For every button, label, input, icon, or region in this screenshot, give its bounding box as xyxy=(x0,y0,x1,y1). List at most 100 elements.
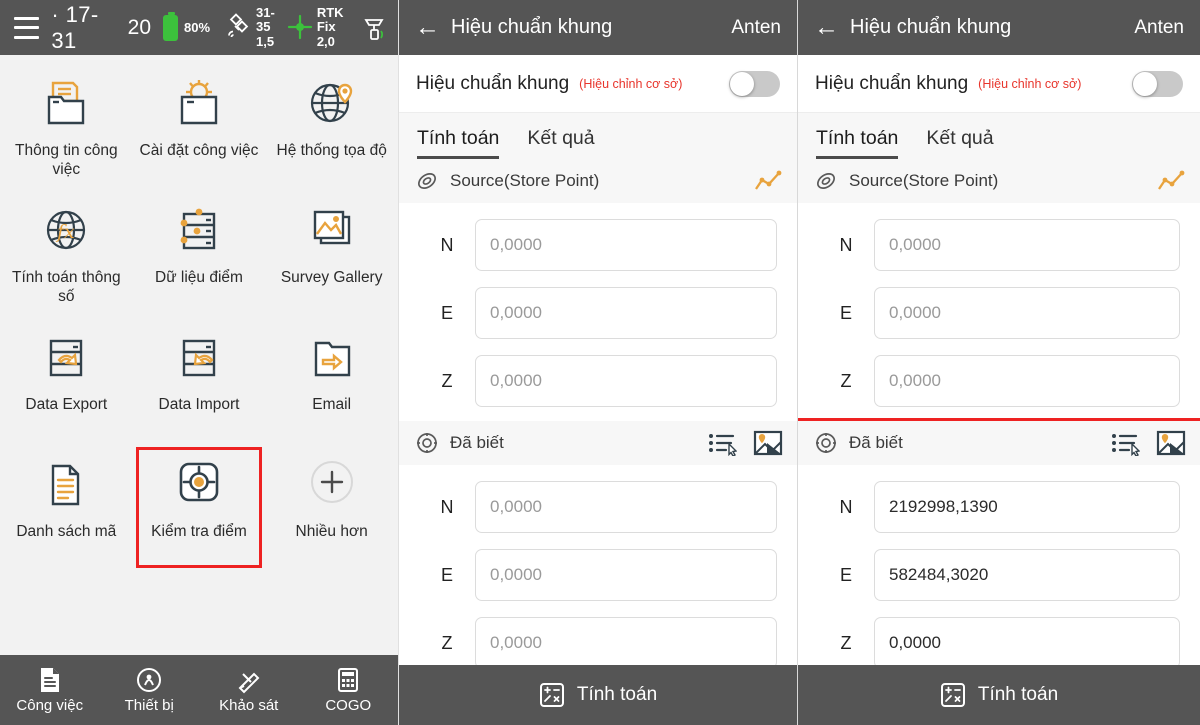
globe-pin-icon xyxy=(301,75,363,133)
calibration-tabs-right: Tính toán Kết quả xyxy=(798,113,1200,159)
source-e-input[interactable]: 0,0000 xyxy=(475,287,777,339)
field-row: Z 0,0000 xyxy=(419,609,777,665)
antenna-action-button[interactable]: Anten xyxy=(731,17,781,39)
tile-email[interactable]: Email xyxy=(265,317,398,444)
source-z-input[interactable]: 0,0000 xyxy=(874,355,1180,407)
tab-tinh-toan[interactable]: Tính toán xyxy=(417,127,499,159)
hamburger-icon[interactable] xyxy=(14,17,39,39)
source-section-header-middle: Source(Store Point) xyxy=(399,159,797,203)
satellite-values: 31-35 1,5 xyxy=(256,6,275,49)
tab-label: Thiết bị xyxy=(125,697,174,714)
known-e-input[interactable]: 582484,3020 xyxy=(874,549,1180,601)
source-fields-middle: N 0,0000 E 0,0000 Z 0,0000 xyxy=(399,203,797,421)
known-n-input[interactable]: 2192998,1390 xyxy=(874,481,1180,533)
app-screenshot: · 17-31 20 80% xyxy=(0,0,1200,725)
calculate-icon xyxy=(940,682,966,708)
source-n-input[interactable]: 0,0000 xyxy=(475,219,777,271)
tab-khao-sat[interactable]: Khảo sát xyxy=(199,666,299,714)
point-list-icon[interactable] xyxy=(707,430,737,456)
tile-coordinate-system[interactable]: Hệ thống tọa độ xyxy=(265,63,398,190)
known-n-input[interactable]: 0,0000 xyxy=(475,481,777,533)
known-z-input[interactable]: 0,0000 xyxy=(874,617,1180,665)
calculate-button-middle[interactable]: Tính toán xyxy=(399,665,797,725)
fix-values: RTK Fix 2,0 xyxy=(317,6,346,49)
field-row: N 0,0000 xyxy=(419,211,777,279)
satellite-ratio: 31-35 xyxy=(256,6,275,35)
map-pick-icon[interactable] xyxy=(1156,429,1186,457)
known-section-header-right: Đã biết xyxy=(798,421,1200,465)
toggle-knob xyxy=(1133,72,1157,96)
tile-point-data[interactable]: Dữ liệu điểm xyxy=(133,190,266,317)
source-z-input[interactable]: 0,0000 xyxy=(475,355,777,407)
tile-job-settings[interactable]: Cài đặt công việc xyxy=(133,63,266,190)
job-tile-grid: Thông tin công việc xyxy=(0,55,398,655)
calibration-toggle-note: (Hiệu chỉnh cơ sở) xyxy=(978,77,1081,91)
field-label: E xyxy=(818,565,874,586)
field-row: N 2192998,1390 xyxy=(818,473,1180,541)
tile-code-list[interactable]: Danh sách mã xyxy=(0,444,133,571)
field-label: Z xyxy=(818,371,874,392)
tab-label: COGO xyxy=(325,697,371,714)
gallery-image-icon xyxy=(301,202,363,260)
tile-job-info[interactable]: Thông tin công việc xyxy=(0,63,133,190)
tile-more[interactable]: Nhiều hơn xyxy=(265,444,398,571)
tile-data-export[interactable]: Data Export xyxy=(0,317,133,444)
calibration-body-right: Source(Store Point) N xyxy=(798,159,1200,665)
chart-line-icon[interactable] xyxy=(753,169,783,193)
tab-ket-qua[interactable]: Kết quả xyxy=(527,127,594,159)
satellite-hrms: 1,5 xyxy=(256,35,275,49)
tile-parameter-calculation[interactable]: fx Tính toán thông số xyxy=(0,190,133,317)
tile-label: Data Export xyxy=(25,395,107,414)
arrow-left-icon[interactable]: ← xyxy=(814,15,839,40)
satellite-icon xyxy=(224,13,252,41)
point-list-icon[interactable] xyxy=(1110,430,1140,456)
antenna-action-button[interactable]: Anten xyxy=(1134,17,1184,39)
source-section-label: Source(Store Point) xyxy=(450,171,599,191)
field-row: E 0,0000 xyxy=(419,279,777,347)
tile-survey-gallery[interactable]: Survey Gallery xyxy=(265,190,398,317)
arrow-left-icon[interactable]: ← xyxy=(415,15,440,40)
globe-fx-icon: fx xyxy=(35,202,97,260)
field-row: E 582484,3020 xyxy=(818,541,1180,609)
calibration-toggle-label: Hiệu chuẩn khung xyxy=(815,73,968,95)
frame-calibration-panel-middle: ← Hiệu chuẩn khung Anten Hiệu chuẩn khun… xyxy=(399,0,798,725)
tab-cong-viec[interactable]: Công việc xyxy=(0,666,100,714)
crosshair-icon xyxy=(287,14,313,40)
calibration-toggle-switch[interactable] xyxy=(729,71,780,97)
chart-line-icon[interactable] xyxy=(1156,169,1186,193)
tab-thiet-bi[interactable]: Thiết bị xyxy=(100,666,200,714)
tab-cogo[interactable]: COGO xyxy=(299,666,399,714)
fix-indicator: RTK Fix 2,0 xyxy=(287,6,346,49)
calibration-tabs-middle: Tính toán Kết quả xyxy=(399,113,797,159)
email-folder-arrow-icon xyxy=(301,329,363,387)
field-label: N xyxy=(818,235,874,256)
calculate-label: Tính toán xyxy=(978,684,1058,706)
source-n-input[interactable]: 0,0000 xyxy=(874,219,1180,271)
tab-label: Khảo sát xyxy=(219,697,278,714)
tile-check-point[interactable]: Kiểm tra điểm xyxy=(133,444,266,571)
source-point-icon xyxy=(814,169,838,193)
source-e-input[interactable]: 0,0000 xyxy=(874,287,1180,339)
status-time: · 17-31 xyxy=(51,2,105,54)
tile-data-import[interactable]: Data Import xyxy=(133,317,266,444)
tile-label: Cài đặt công việc xyxy=(140,141,259,160)
calibration-toggle-switch[interactable] xyxy=(1132,71,1183,97)
fix-value: 2,0 xyxy=(317,35,346,49)
tile-label: Kiểm tra điểm xyxy=(151,522,247,541)
tile-label: Dữ liệu điểm xyxy=(155,268,243,287)
field-label: E xyxy=(818,303,874,324)
page-title: Hiệu chuẩn khung xyxy=(850,16,1134,39)
tab-ket-qua[interactable]: Kết quả xyxy=(926,127,993,159)
known-section-label: Đã biết xyxy=(450,433,504,453)
known-e-input[interactable]: 0,0000 xyxy=(475,549,777,601)
data-import-icon xyxy=(168,329,230,387)
job-document-icon xyxy=(37,666,63,694)
app-bar-middle: ← Hiệu chuẩn khung Anten xyxy=(399,0,797,55)
map-pick-icon[interactable] xyxy=(753,429,783,457)
known-section-middle: Đã biết xyxy=(399,421,797,665)
calculate-button-right[interactable]: Tính toán xyxy=(798,665,1200,725)
tab-tinh-toan[interactable]: Tính toán xyxy=(816,127,898,159)
known-z-input[interactable]: 0,0000 xyxy=(475,617,777,665)
field-label: N xyxy=(818,497,874,518)
calibration-toggle-label: Hiệu chuẩn khung xyxy=(416,73,569,95)
